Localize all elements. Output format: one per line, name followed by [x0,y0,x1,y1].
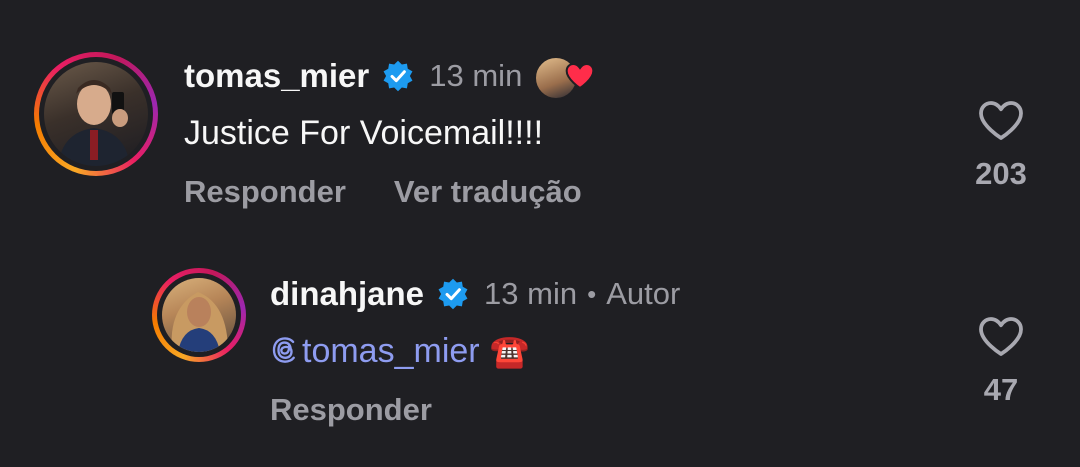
heart-outline-icon [979,317,1023,356]
comment-text: tomas_mier ☎️ [270,332,529,371]
like-button[interactable]: 203 [961,98,1041,192]
comment-tomas-mier: tomas_mier 13 min Justice For Voicemail!… [0,0,1080,240]
mention-text[interactable]: tomas_mier [302,332,480,370]
heart-filled-icon [565,62,595,90]
telephone-emoji: ☎️ [489,333,530,369]
timestamp: 13 min [484,276,578,311]
mention-link[interactable]: tomas_mier [270,332,480,370]
like-count: 47 [983,372,1019,407]
heart-outline-icon [979,101,1023,140]
timestamp: 13 min [429,58,523,93]
avatar-tomas-mier[interactable] [34,52,158,176]
verified-badge-icon [438,278,468,310]
reply-button[interactable]: Responder [184,174,346,210]
separator-dot: • [587,278,597,309]
comment-text: Justice For Voicemail!!!! [184,114,544,152]
author-reaction [534,54,598,100]
avatar-dinahjane[interactable] [152,268,246,362]
author-badge: Autor [606,276,681,311]
verified-badge-icon [383,60,413,92]
username[interactable]: tomas_mier [184,57,369,95]
see-translation-button[interactable]: Ver tradução [394,174,582,210]
like-count: 203 [975,156,1027,191]
comment-dinahjane: dinahjane 13 min • Autor tomas_mier ☎️ Re… [0,262,1080,467]
username[interactable]: dinahjane [270,275,424,313]
like-button[interactable]: 47 [961,314,1041,408]
reply-button[interactable]: Responder [270,392,432,428]
threads-at-icon [272,337,295,363]
